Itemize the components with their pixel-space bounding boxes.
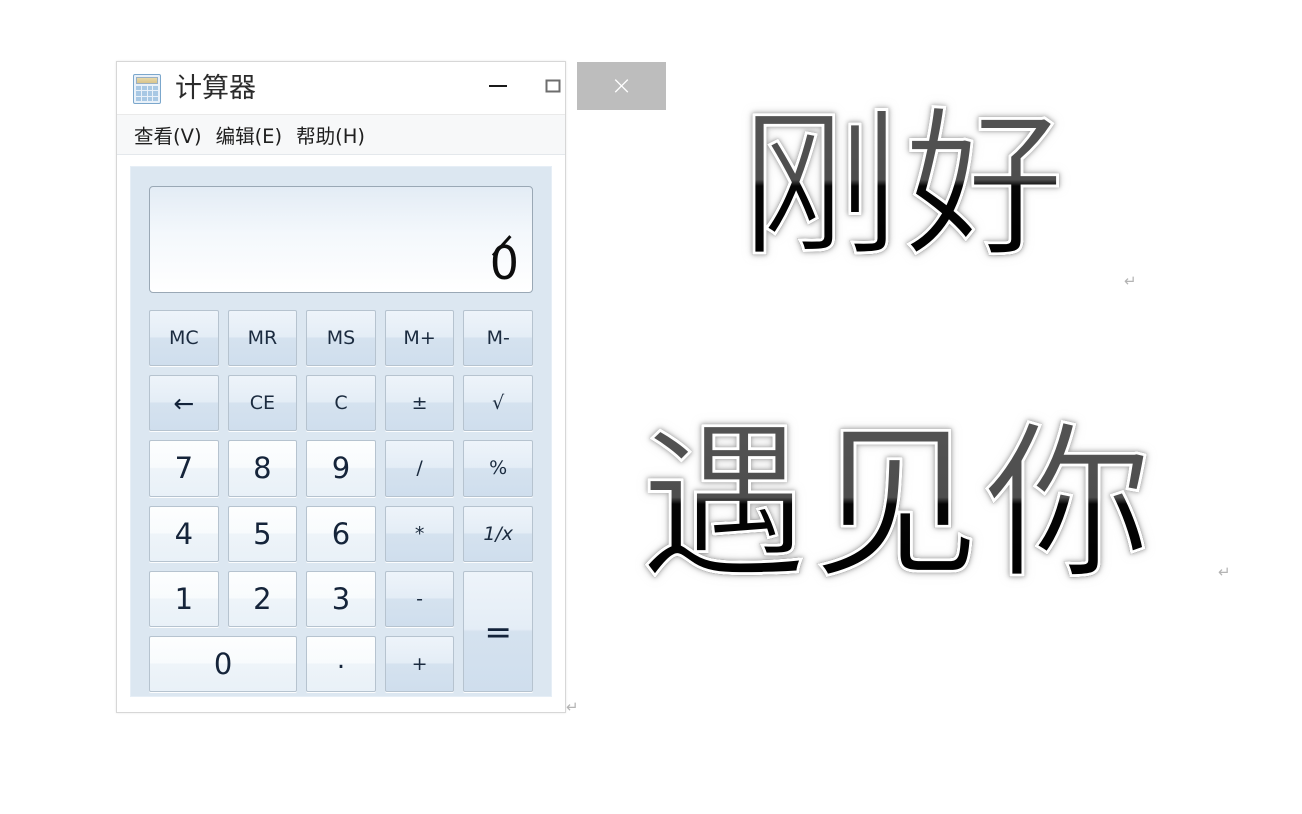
menu-item-view[interactable]: 查看(V) bbox=[134, 120, 202, 149]
key-decimal-label: . bbox=[336, 644, 346, 675]
key-sign[interactable]: ± bbox=[384, 375, 455, 432]
paragraph-mark-window: ↵ bbox=[566, 698, 579, 716]
key-0[interactable]: 0 bbox=[149, 635, 298, 692]
close-icon: × bbox=[610, 71, 633, 101]
key-2[interactable]: 2 bbox=[227, 570, 298, 627]
display-value: 0 bbox=[490, 235, 519, 286]
minimize-button[interactable] bbox=[472, 62, 524, 110]
key-clear[interactable]: C bbox=[306, 375, 376, 432]
backspace-arrow-icon: ← bbox=[173, 388, 195, 418]
calculator-panel: 0 MC MR MS M+ M- ← CE C ± √ 7 8 9 / % 4 … bbox=[129, 165, 553, 698]
menu-bar: 查看(V) 编辑(E) 帮助(H) bbox=[117, 115, 565, 155]
maximize-icon bbox=[545, 79, 561, 93]
calculator-icon-screen bbox=[136, 77, 158, 84]
key-8[interactable]: 8 bbox=[227, 440, 298, 497]
display-value-text-wrap: 0 bbox=[490, 235, 519, 286]
key-equals-label: = bbox=[484, 611, 513, 651]
key-add[interactable]: + bbox=[384, 635, 455, 692]
key-decimal[interactable]: . bbox=[306, 635, 376, 692]
key-equals[interactable]: = bbox=[463, 570, 533, 692]
artwork-line-2: 遇见你 bbox=[639, 406, 1156, 602]
key-3[interactable]: 3 bbox=[306, 570, 376, 627]
key-divide[interactable]: / bbox=[384, 440, 455, 497]
key-memory-subtract[interactable]: M- bbox=[463, 310, 533, 367]
key-4[interactable]: 4 bbox=[149, 505, 219, 562]
calculator-icon-keys bbox=[136, 86, 158, 101]
key-memory-clear[interactable]: MC bbox=[149, 310, 219, 367]
calculator-window: 计算器 × 查看(V) 编辑(E) 帮助(H) 0 MC MR MS M+ M-… bbox=[116, 61, 666, 713]
key-7[interactable]: 7 bbox=[149, 440, 219, 497]
key-multiply[interactable]: * bbox=[384, 505, 455, 562]
key-memory-add[interactable]: M+ bbox=[384, 310, 455, 367]
key-percent[interactable]: % bbox=[463, 440, 533, 497]
close-button[interactable]: × bbox=[577, 62, 666, 110]
display-field[interactable]: 0 bbox=[149, 186, 533, 293]
key-9[interactable]: 9 bbox=[306, 440, 376, 497]
calculator-body: 0 MC MR MS M+ M- ← CE C ± √ 7 8 9 / % 4 … bbox=[117, 155, 565, 712]
key-reciprocal-label: 1/x bbox=[483, 522, 514, 545]
calculator-icon bbox=[133, 74, 161, 104]
key-memory-store[interactable]: MS bbox=[306, 310, 376, 367]
key-sqrt[interactable]: √ bbox=[463, 375, 533, 432]
key-subtract[interactable]: - bbox=[384, 570, 455, 627]
minimize-icon bbox=[489, 85, 507, 87]
window-title: 计算器 bbox=[175, 73, 256, 104]
key-6[interactable]: 6 bbox=[306, 505, 376, 562]
key-backspace[interactable]: ← bbox=[149, 375, 219, 432]
key-clear-entry[interactable]: CE bbox=[227, 375, 298, 432]
key-1[interactable]: 1 bbox=[149, 570, 219, 627]
paragraph-mark-line-1: ↵ bbox=[1124, 272, 1137, 290]
artwork-line-1: 刚好 bbox=[738, 92, 1069, 279]
maximize-button[interactable] bbox=[527, 62, 579, 110]
keypad: MC MR MS M+ M- ← CE C ± √ 7 8 9 / % 4 5 … bbox=[149, 310, 533, 692]
title-bar: 计算器 × bbox=[117, 62, 666, 115]
paragraph-mark-line-2: ↵ bbox=[1218, 563, 1231, 581]
menu-item-edit[interactable]: 编辑(E) bbox=[216, 120, 283, 149]
key-5[interactable]: 5 bbox=[227, 505, 298, 562]
key-reciprocal[interactable]: 1/x bbox=[463, 505, 533, 562]
key-memory-recall[interactable]: MR bbox=[227, 310, 298, 367]
menu-item-help[interactable]: 帮助(H) bbox=[296, 120, 365, 149]
